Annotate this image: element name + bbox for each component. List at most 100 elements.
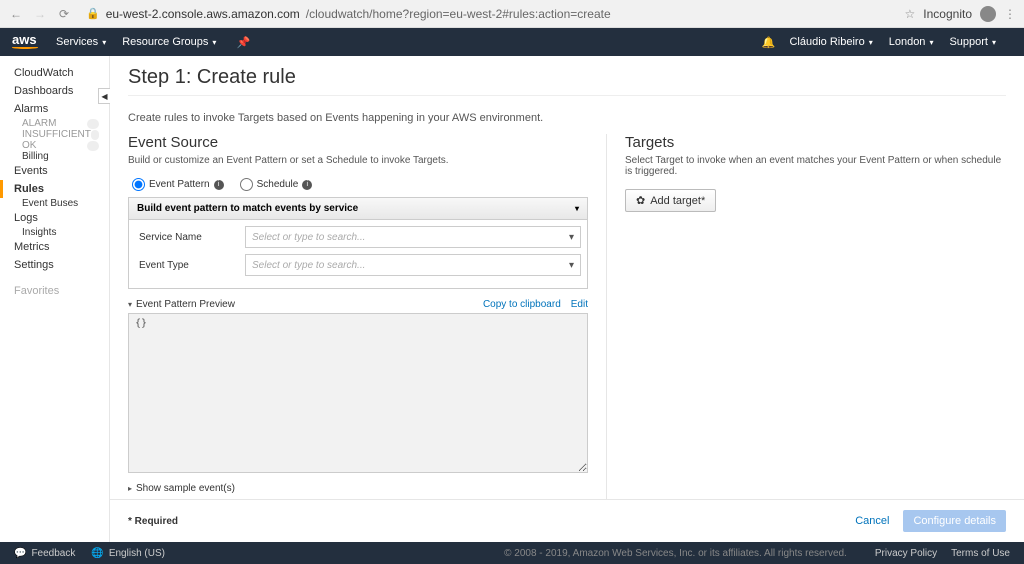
nav-resource-groups[interactable]: Resource Groups ▾ <box>122 36 216 48</box>
lock-icon: 🔒 <box>86 7 100 20</box>
browser-chrome: ← → ⟳ 🔒 eu-west-2.console.aws.amazon.com… <box>0 0 1024 28</box>
service-name-select[interactable]: Select or type to search... ▾ <box>245 226 581 248</box>
incognito-icon <box>980 6 996 22</box>
sidebar-item-favorites[interactable]: Favorites <box>14 282 109 300</box>
pattern-builder-header-label: Build event pattern to match events by s… <box>137 203 358 214</box>
page-intro: Create rules to invoke Targets based on … <box>110 104 1024 134</box>
aws-footer: 💬 Feedback 🌐 English (US) © 2008 - 2019,… <box>0 542 1024 564</box>
feedback-label: Feedback <box>31 548 75 559</box>
chevron-down-icon: ▾ <box>575 204 579 213</box>
page-title: Step 1: Create rule <box>128 66 1006 89</box>
sidebar-item-logs[interactable]: Logs <box>14 209 109 227</box>
event-source-desc: Build or customize an Event Pattern or s… <box>128 155 588 166</box>
nav-user-label: Cláudio Ribeiro <box>789 36 864 48</box>
address-bar[interactable]: 🔒 eu-west-2.console.aws.amazon.com /clou… <box>80 4 897 24</box>
chevron-down-icon: ▾ <box>212 38 216 47</box>
targets-desc: Select Target to invoke when an event ma… <box>625 155 1006 177</box>
sidebar-item-insights[interactable]: Insights <box>14 227 109 238</box>
chevron-down-icon: ▾ <box>929 38 933 47</box>
feedback-link[interactable]: 💬 Feedback <box>14 548 75 559</box>
event-pattern-builder: Build event pattern to match events by s… <box>128 197 588 289</box>
sidebar: ◀ CloudWatch Dashboards Alarms ALARM INS… <box>0 56 110 542</box>
event-pattern-preview[interactable]: {} <box>128 313 588 473</box>
sidebar-collapse-icon[interactable]: ◀ <box>98 88 110 104</box>
language-selector[interactable]: 🌐 English (US) <box>91 548 165 559</box>
sidebar-item-cloudwatch[interactable]: CloudWatch <box>14 64 109 82</box>
radio-schedule[interactable]: Schedule i <box>240 178 313 191</box>
reload-icon[interactable]: ⟳ <box>56 7 72 21</box>
count-badge <box>87 141 99 151</box>
sidebar-item-alarm[interactable]: ALARM <box>14 118 109 129</box>
incognito-label: Incognito <box>923 7 972 21</box>
pin-icon[interactable]: 📌 <box>236 36 250 49</box>
pattern-builder-dropdown[interactable]: Build event pattern to match events by s… <box>129 198 587 220</box>
add-target-button[interactable]: ✿ Add target* <box>625 189 716 212</box>
sidebar-item-alarms[interactable]: Alarms <box>14 100 109 118</box>
sidebar-item-insufficient[interactable]: INSUFFICIENT <box>14 129 109 140</box>
aws-logo[interactable]: aws <box>12 35 38 49</box>
nav-support-label: Support <box>949 36 988 48</box>
copy-to-clipboard-link[interactable]: Copy to clipboard <box>483 299 561 310</box>
configure-details-button[interactable]: Configure details <box>903 510 1006 532</box>
edit-link[interactable]: Edit <box>571 299 588 310</box>
select-placeholder: Select or type to search... <box>252 260 365 271</box>
collapse-arrow-icon[interactable]: ▾ <box>128 300 132 309</box>
radio-event-pattern-label: Event Pattern <box>149 179 210 190</box>
add-target-label: Add target* <box>650 195 705 207</box>
targets-title: Targets <box>625 134 1006 151</box>
url-path: /cloudwatch/home?region=eu-west-2#rules:… <box>306 7 611 21</box>
language-label: English (US) <box>109 548 165 559</box>
sidebar-item-ok[interactable]: OK <box>14 140 109 151</box>
required-note: * Required <box>128 516 855 527</box>
copyright-text: © 2008 - 2019, Amazon Web Services, Inc.… <box>504 548 847 559</box>
privacy-policy-link[interactable]: Privacy Policy <box>875 548 937 559</box>
url-host: eu-west-2.console.aws.amazon.com <box>106 7 300 21</box>
sidebar-item-rules[interactable]: Rules <box>0 180 109 198</box>
bell-icon[interactable]: 🔔 <box>762 36 776 49</box>
nav-services-label: Services <box>56 36 98 48</box>
browser-menu-icon[interactable]: ⋮ <box>1004 7 1016 21</box>
nav-services[interactable]: Services ▾ <box>56 36 106 48</box>
forward-arrow-icon[interactable]: → <box>32 7 48 21</box>
cancel-button[interactable]: Cancel <box>855 515 889 527</box>
radio-schedule-label: Schedule <box>257 179 299 190</box>
sidebar-item-settings[interactable]: Settings <box>14 256 109 274</box>
chevron-down-icon: ▾ <box>569 232 574 243</box>
sidebar-item-dashboards[interactable]: Dashboards <box>14 82 109 100</box>
radio-event-pattern[interactable]: Event Pattern i <box>132 178 224 191</box>
nav-region-label: London <box>889 36 926 48</box>
sidebar-item-billing[interactable]: Billing <box>14 151 109 162</box>
gear-icon: ✿ <box>636 194 645 207</box>
nav-support[interactable]: Support ▾ <box>949 36 996 48</box>
chat-icon: 💬 <box>14 548 26 559</box>
info-icon[interactable]: i <box>302 180 312 190</box>
select-placeholder: Select or type to search... <box>252 232 365 243</box>
count-badge <box>91 130 99 140</box>
radio-schedule-input[interactable] <box>240 178 253 191</box>
sidebar-item-metrics[interactable]: Metrics <box>14 238 109 256</box>
info-icon[interactable]: i <box>214 180 224 190</box>
star-icon[interactable]: ☆ <box>905 7 916 21</box>
event-type-select[interactable]: Select or type to search... ▾ <box>245 254 581 276</box>
show-sample-events-toggle[interactable]: ▸ Show sample event(s) <box>128 483 588 494</box>
nav-region[interactable]: London ▾ <box>889 36 934 48</box>
event-source-title: Event Source <box>128 134 588 151</box>
nav-user[interactable]: Cláudio Ribeiro ▾ <box>789 36 872 48</box>
chevron-down-icon: ▾ <box>992 38 996 47</box>
radio-event-pattern-input[interactable] <box>132 178 145 191</box>
chevron-down-icon: ▾ <box>569 260 574 271</box>
globe-icon: 🌐 <box>91 548 103 559</box>
chevron-down-icon: ▾ <box>869 38 873 47</box>
show-sample-events-label: Show sample event(s) <box>136 483 235 494</box>
aws-top-nav: aws Services ▾ Resource Groups ▾ 📌 🔔 Clá… <box>0 28 1024 56</box>
chevron-down-icon: ▾ <box>102 38 106 47</box>
terms-of-use-link[interactable]: Terms of Use <box>951 548 1010 559</box>
sidebar-item-event-buses[interactable]: Event Buses <box>14 198 109 209</box>
count-badge <box>87 119 99 129</box>
expand-arrow-icon: ▸ <box>128 484 132 493</box>
service-name-label: Service Name <box>135 232 245 243</box>
sidebar-item-events[interactable]: Events <box>14 162 109 180</box>
back-arrow-icon[interactable]: ← <box>8 7 24 21</box>
event-type-label: Event Type <box>135 260 245 271</box>
nav-resource-groups-label: Resource Groups <box>122 36 208 48</box>
